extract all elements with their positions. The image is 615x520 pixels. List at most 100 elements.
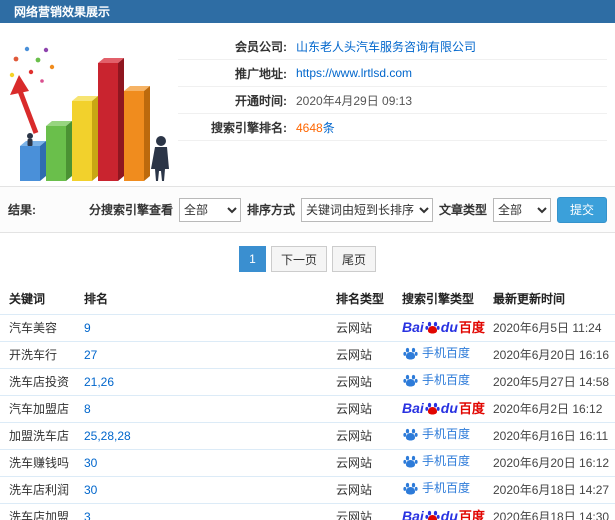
rank-link[interactable]: 30 [84,483,97,497]
info-field-value: 4648条 [296,119,335,136]
updated-time-cell: 2020年6月20日 16:16 [493,341,615,369]
article-type-label: 文章类型 [438,203,487,217]
rank-type-cell: 云网站 [336,503,402,520]
rank-type-cell: 云网站 [336,422,402,450]
engine-cell: 手机百度 [402,422,493,450]
keyword-cell: 洗车店投资 [0,368,84,396]
engine-cell: Bai du 百度 [402,314,493,342]
baidu-paw-icon [403,482,418,494]
info-field-label: 会员公司: [235,39,287,54]
updated-time-cell: 2020年6月18日 14:30 [493,503,615,520]
rank-cell: 27 [84,341,336,369]
keyword-cell: 洗车店利润 [0,476,84,504]
rank-link[interactable]: 27 [84,348,97,362]
updated-time-cell: 2020年6月2日 16:12 [493,395,615,423]
table-row: 加盟洗车店 25,28,28 云网站 手机百度 2020年6月16日 16:11 [0,422,615,450]
keyword-cell: 汽车美容 [0,314,84,342]
rank-type-cell: 云网站 [336,449,402,477]
title-bar: 网络营销效果展示 [0,0,615,23]
info-field-row: 会员公司: 山东老人头汽车服务咨询有限公司 [178,33,607,60]
baidu-logo-cn: 百度 [458,400,485,416]
engine-cell: Bai du 百度 [402,395,493,423]
submit-button[interactable]: 提交 [556,196,607,223]
baidu-logo-bai: Bai [402,400,424,417]
baidu-paw-icon [403,428,418,440]
updated-time-cell: 2020年6月16日 16:11 [493,422,615,450]
rank-link[interactable]: 21,26 [84,375,114,389]
page-button-current[interactable]: 1 [238,246,266,272]
column-header: 搜索引擎类型 [402,284,493,315]
rank-cell: 9 [84,314,336,342]
table-row: 洗车店利润 30 云网站 手机百度 2020年6月18日 14:27 [0,476,615,504]
baidu-paw-icon [403,347,418,359]
table-row: 开洗车行 27 云网站 手机百度 2020年6月20日 16:16 [0,341,615,369]
rank-cell: 30 [84,449,336,477]
keyword-cell: 洗车赚钱吗 [0,449,84,477]
mobile-baidu-logo: 手机百度 [402,346,470,361]
keyword-cell: 洗车店加盟 [0,503,84,520]
updated-time-cell: 2020年6月20日 16:12 [493,449,615,477]
column-header: 关键词 [0,284,84,315]
mobile-baidu-label: 手机百度 [422,454,471,468]
baidu-paw-icon [425,510,440,520]
updated-time-cell: 2020年6月5日 11:24 [493,314,615,342]
updated-time-cell: 2020年5月27日 14:58 [493,368,615,396]
article-type-select[interactable]: 全部 [492,197,551,222]
baidu-logo-du: du [440,319,458,336]
baidu-logo-du: du [440,508,458,520]
rank-cell: 3 [84,503,336,520]
info-section: 会员公司: 山东老人头汽车服务咨询有限公司推广地址: https://www.lrt… [0,23,615,186]
column-header: 最新更新时间 [493,284,615,315]
mobile-baidu-logo: 手机百度 [402,481,470,496]
engine-cell: 手机百度 [402,476,493,504]
rank-cell: 8 [84,395,336,423]
rank-count: 4648 [296,120,323,135]
results-filter-bar: 结果: 分搜索引擎查看 全部 排序方式 关键词由短到长排序 文章类型 全部 提交 [0,186,615,233]
column-header: 排名 [84,284,336,315]
engine-filter-select[interactable]: 全部 [178,197,241,222]
table-row: 洗车赚钱吗 30 云网站 手机百度 2020年6月20日 16:12 [0,449,615,477]
mobile-baidu-label: 手机百度 [422,481,471,495]
mobile-baidu-logo: 手机百度 [402,373,470,388]
baidu-logo-du: du [440,400,458,417]
baidu-logo-bai: Bai [402,319,424,336]
baidu-logo: Bai du 百度 [402,401,485,416]
info-field-value: 山东老人头汽车服务咨询有限公司 [296,38,476,55]
rank-cell: 30 [84,476,336,504]
column-header: 排名类型 [336,284,402,315]
rank-type-cell: 云网站 [336,314,402,342]
keyword-cell: 加盟洗车店 [0,422,84,450]
rank-cell: 25,28,28 [84,422,336,450]
rank-link[interactable]: 8 [84,402,91,416]
info-field-value: 2020年4月29日 09:13 [296,93,413,108]
keyword-cell: 汽车加盟店 [0,395,84,423]
info-field-row: 开通时间: 2020年4月29日 09:13 [178,87,607,114]
page-button-next[interactable]: 下一页 [270,246,327,272]
rank-cell: 21,26 [84,368,336,396]
rank-link[interactable]: 3 [84,510,91,520]
pagination: 1 下一页 尾页 [0,233,615,284]
results-label: 结果: [8,203,36,217]
sort-filter-select[interactable]: 关键词由短到长排序 [300,197,433,222]
info-field-link[interactable]: https://www.lrtlsd.com [296,66,412,80]
results-table: 关键词 排名 排名类型 搜索引擎类型 最新更新时间 汽车美容 9 云网站 Bai du 百度 202… [0,284,615,520]
table-header-row: 关键词 排名 排名类型 搜索引擎类型 最新更新时间 [0,284,615,315]
baidu-paw-icon [403,455,418,467]
table-row: 洗车店投资 21,26 云网站 手机百度 2020年5月27日 14:58 [0,368,615,396]
rank-link[interactable]: 25,28,28 [84,429,131,443]
results-table-body: 汽车美容 9 云网站 Bai du 百度 2020年6月5日 11:24 开洗车行 27 云网站手… [0,314,615,520]
table-row: 洗车店加盟 3 云网站 Bai du 百度 2020年6月18日 14:30 [0,503,615,520]
rank-link[interactable]: 9 [84,321,91,335]
engine-cell: 手机百度 [402,341,493,369]
baidu-logo-cn: 百度 [458,319,485,335]
baidu-logo: Bai du 百度 [402,320,485,335]
page-button-last[interactable]: 尾页 [332,246,377,272]
engine-filter-label: 分搜索引擎查看 [88,203,173,217]
rank-link[interactable]: 30 [84,456,97,470]
baidu-paw-icon [425,402,440,415]
rank-type-cell: 云网站 [336,476,402,504]
sort-filter-label: 排序方式 [246,203,295,217]
info-field-link[interactable]: 山东老人头汽车服务咨询有限公司 [296,40,476,54]
baidu-paw-icon [403,374,418,386]
info-field-row: 推广地址: https://www.lrtlsd.com [178,60,607,87]
